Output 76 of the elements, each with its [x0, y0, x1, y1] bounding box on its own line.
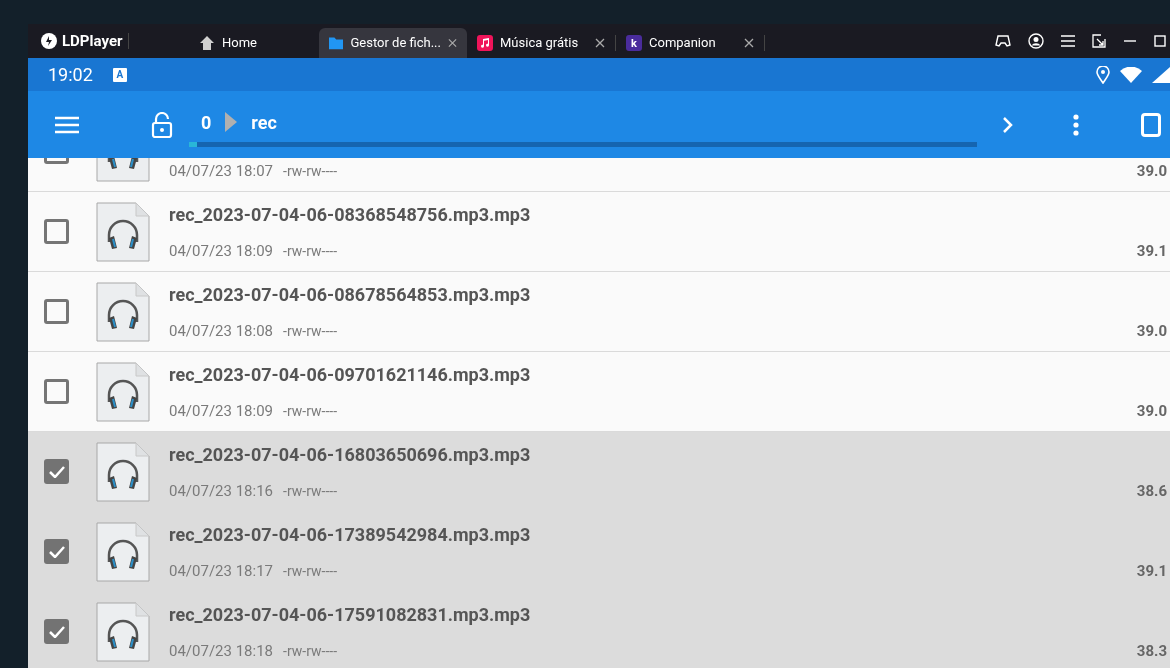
app-logo-icon — [40, 32, 58, 50]
file-permissions: -rw-rw---- — [283, 642, 338, 661]
file-name: rec_2023-07-04-06-08678564853.mp3.mp3 — [169, 282, 532, 307]
unlocked-padlock-icon[interactable] — [151, 111, 173, 138]
file-row[interactable]: rec_2023-07-04-06-17389542984.mp3.mp3 04/07/23 18:17 -rw-rw---- 39.1 — [28, 512, 1170, 592]
close-icon[interactable] — [595, 38, 605, 48]
checkbox[interactable] — [44, 459, 69, 484]
account-icon[interactable] — [1028, 33, 1044, 49]
clock: 19:02 — [48, 63, 93, 87]
file-date: 04/07/23 18:09 — [169, 240, 274, 262]
checkbox[interactable] — [44, 379, 69, 404]
chevron-right-icon[interactable] — [1003, 116, 1013, 133]
file-date: 04/07/23 18:09 — [169, 400, 274, 422]
file-size: 39.1 — [1136, 240, 1168, 262]
wifi-icon — [1120, 66, 1142, 83]
file-size: 39.0 — [1136, 400, 1168, 422]
file-permissions: -rw-rw---- — [283, 402, 338, 421]
menu-icon[interactable] — [1061, 35, 1075, 47]
file-date: 04/07/23 18:08 — [169, 320, 274, 342]
file-permissions: -rw-rw---- — [283, 482, 338, 501]
resize-icon[interactable] — [1092, 34, 1106, 48]
more-options-icon[interactable] — [1073, 113, 1079, 136]
file-permissions: -rw-rw---- — [283, 322, 338, 341]
file-row[interactable]: rec_2023-07-04-06-17591082831.mp3.mp3 04/07/23 18:18 -rw-rw---- 38.3 — [28, 592, 1170, 668]
audio-file-icon — [96, 441, 150, 502]
tab[interactable]: Gestor de fich... — [319, 28, 467, 58]
file-date: 04/07/23 18:07 — [169, 160, 274, 182]
app-logo-icon: k — [626, 35, 642, 51]
file-permissions: -rw-rw---- — [283, 562, 338, 581]
file-name: rec_2023-07-04-06-09701621146.mp3.mp3 — [169, 362, 532, 387]
checkbox[interactable] — [44, 619, 69, 644]
tab[interactable]: k Companion — [616, 28, 764, 58]
location-icon — [1096, 65, 1110, 84]
breadcrumb-separator-icon — [225, 112, 238, 132]
notification-badge: A — [112, 67, 127, 82]
home-icon — [199, 35, 215, 51]
signal-icon — [1152, 66, 1170, 83]
audio-file-icon — [96, 361, 150, 422]
audio-file-icon — [96, 521, 150, 582]
file-size: 38.3 — [1136, 640, 1168, 662]
gamepad-icon[interactable] — [995, 34, 1011, 48]
checkmark-icon — [48, 465, 65, 478]
audio-file-icon — [96, 281, 150, 342]
close-icon[interactable] — [744, 38, 754, 48]
tab[interactable]: Home — [189, 28, 319, 58]
tab[interactable]: Música grátis — [467, 28, 615, 58]
folder-icon — [329, 36, 344, 50]
file-name: rec_2023-07-04-06-17389542984.mp3.mp3 — [169, 522, 532, 547]
file-size: 38.6 — [1136, 480, 1168, 502]
checkmark-icon — [48, 545, 65, 558]
file-row[interactable]: rec_2023-07-04-06-16803650696.mp3.mp3 04/07/23 18:16 -rw-rw---- 38.6 — [28, 432, 1170, 512]
audio-file-icon — [96, 201, 150, 262]
file-size: 39.0 — [1136, 160, 1168, 182]
file-size: 39.0 — [1136, 320, 1168, 342]
checkbox[interactable] — [44, 219, 69, 244]
file-name: rec_2023-07-04-06-17591082831.mp3.mp3 — [169, 602, 532, 627]
close-icon[interactable] — [447, 38, 457, 48]
file-permissions: -rw-rw---- — [283, 242, 338, 261]
breadcrumb-item[interactable]: 0 — [201, 108, 212, 136]
file-permissions: -rw-rw---- — [283, 162, 338, 181]
file-date: 04/07/23 18:17 — [169, 560, 274, 582]
file-name: rec_2023-07-04-06-08368548756.mp3.mp3 — [169, 202, 532, 227]
file-date: 04/07/23 18:16 — [169, 480, 274, 502]
checkbox[interactable] — [44, 539, 69, 564]
maximize-icon[interactable] — [1154, 35, 1166, 47]
brand-name: LDPlayer — [62, 30, 123, 52]
file-size: 39.1 — [1136, 560, 1168, 582]
file-name: rec_2023-07-04-06-16803650696.mp3.mp3 — [169, 442, 532, 467]
toolbar-action-icon[interactable] — [1141, 112, 1161, 137]
breadcrumb-item[interactable]: rec — [251, 108, 277, 136]
file-date: 04/07/23 18:18 — [169, 640, 274, 662]
checkmark-icon — [48, 625, 65, 638]
music-note-icon — [477, 35, 493, 51]
audio-file-icon — [96, 601, 150, 662]
checkbox[interactable] — [44, 299, 69, 324]
file-row[interactable]: 04/07/23 18:07 -rw-rw---- 39.0 — [28, 158, 1170, 192]
